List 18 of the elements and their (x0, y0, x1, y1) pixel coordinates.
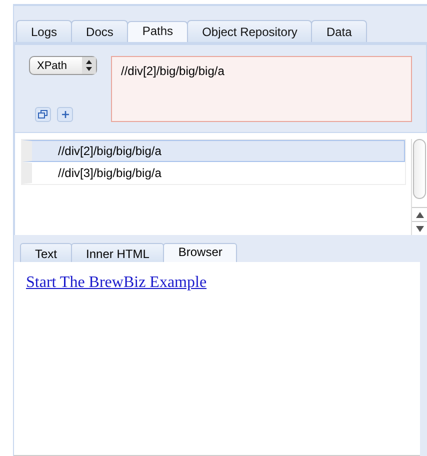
windows-icon[interactable] (35, 107, 51, 122)
tab[interactable]: Browser (163, 243, 238, 262)
tab[interactable]: Paths (127, 21, 188, 42)
tab[interactable]: Object Repository (187, 20, 312, 42)
scrollbar[interactable] (411, 139, 427, 235)
tab[interactable]: Inner HTML (71, 243, 164, 262)
tab[interactable]: Docs (71, 20, 128, 42)
locator-select[interactable]: XPath (29, 56, 97, 75)
stepper-icon (82, 57, 96, 74)
xpath-field[interactable]: //div[2]/big/big/big/a (111, 56, 412, 122)
tab[interactable]: Data (311, 20, 367, 42)
scroll-down-icon[interactable] (416, 226, 424, 232)
add-icon[interactable] (57, 107, 73, 122)
tab[interactable]: Logs (16, 20, 72, 42)
tab[interactable]: Text (20, 243, 72, 262)
path-row[interactable]: //div[2]/big/big/big/a (22, 140, 405, 162)
link[interactable]: Start The BrewBiz Example (26, 274, 207, 291)
scroll-up-icon[interactable] (416, 212, 424, 218)
